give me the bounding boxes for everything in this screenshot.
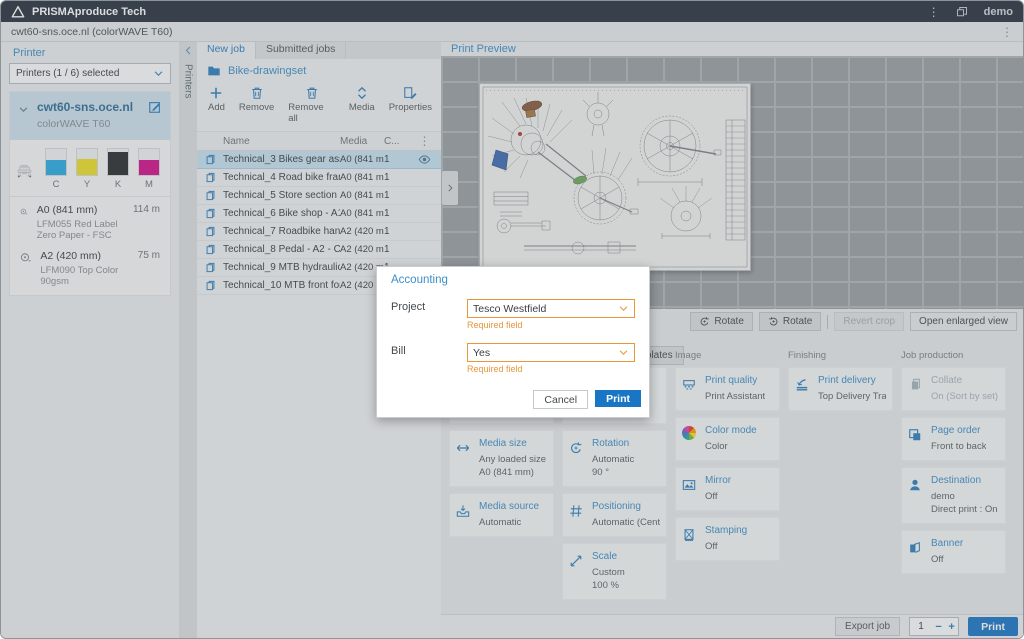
required-hint: Required field <box>467 364 635 374</box>
project-select[interactable]: Tesco Westfield <box>467 299 635 318</box>
chevron-down-icon <box>618 303 629 314</box>
accounting-dialog: Accounting Project Tesco Westfield Requi… <box>376 266 650 418</box>
dialog-title: Accounting <box>377 267 649 286</box>
modal-print-button[interactable]: Print <box>595 390 641 407</box>
app-window: PRISMAproduce Tech ⋮ demo cwt60-sns.oce.… <box>0 0 1024 639</box>
chevron-down-icon <box>618 347 629 358</box>
project-label: Project <box>391 299 467 313</box>
bill-label: Bill <box>391 343 467 357</box>
required-hint: Required field <box>467 320 635 330</box>
bill-select[interactable]: Yes <box>467 343 635 362</box>
cancel-button[interactable]: Cancel <box>533 390 588 409</box>
